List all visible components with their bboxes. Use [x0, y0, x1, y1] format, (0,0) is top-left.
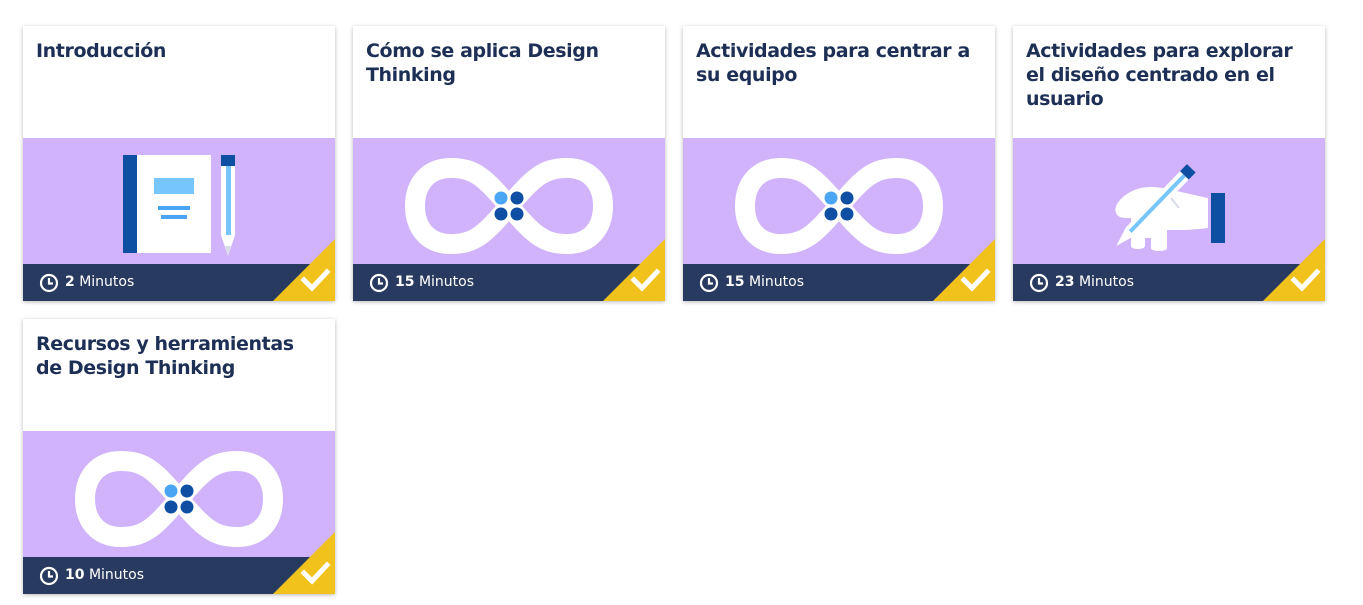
clock-icon [39, 566, 59, 586]
duration-unit: Minutos [748, 274, 805, 290]
clock-icon [1029, 273, 1049, 293]
duration-value: 15 [395, 274, 415, 290]
duration-unit: Minutos [79, 274, 135, 290]
duration-value: 23 [1055, 274, 1075, 290]
duration-value: 15 [725, 274, 745, 290]
duration-label: 2 Minutos [65, 274, 134, 291]
clock-icon [369, 273, 389, 293]
duration-unit: Minutos [1078, 274, 1135, 290]
module-card[interactable]: Actividades para explorar el diseño cent… [1013, 26, 1325, 301]
module-title: Actividades para centrar a su equipo [696, 40, 970, 86]
duration-label: 23 Minutos [1055, 274, 1134, 291]
clock-icon [699, 273, 719, 293]
duration-value: 10 [65, 567, 85, 583]
completed-check-icon [273, 532, 335, 594]
duration-label: 10 Minutos [65, 567, 144, 584]
module-card[interactable]: Actividades para centrar a su equipo 15 … [683, 26, 995, 301]
duration-label: 15 Minutos [725, 274, 804, 291]
course-module-grid: Introducción 2 Minutos Cómo se aplica De… [0, 0, 1363, 605]
duration-unit: Minutos [88, 567, 145, 583]
module-title: Cómo se aplica Design Thinking [366, 40, 599, 86]
completed-check-icon [933, 239, 995, 301]
completed-check-icon [603, 239, 665, 301]
module-card[interactable]: Cómo se aplica Design Thinking 15 Minuto… [353, 26, 665, 301]
duration-value: 2 [65, 274, 75, 290]
module-title: Actividades para explorar el diseño cent… [1026, 40, 1293, 110]
completed-check-icon [273, 239, 335, 301]
module-card[interactable]: Recursos y herramientas de Design Thinki… [23, 319, 335, 594]
module-card[interactable]: Introducción 2 Minutos [23, 26, 335, 301]
module-title: Recursos y herramientas de Design Thinki… [36, 333, 294, 379]
module-title: Introducción [36, 40, 167, 62]
clock-icon [39, 273, 59, 293]
duration-label: 15 Minutos [395, 274, 474, 291]
completed-check-icon [1263, 239, 1325, 301]
duration-unit: Minutos [418, 274, 475, 290]
